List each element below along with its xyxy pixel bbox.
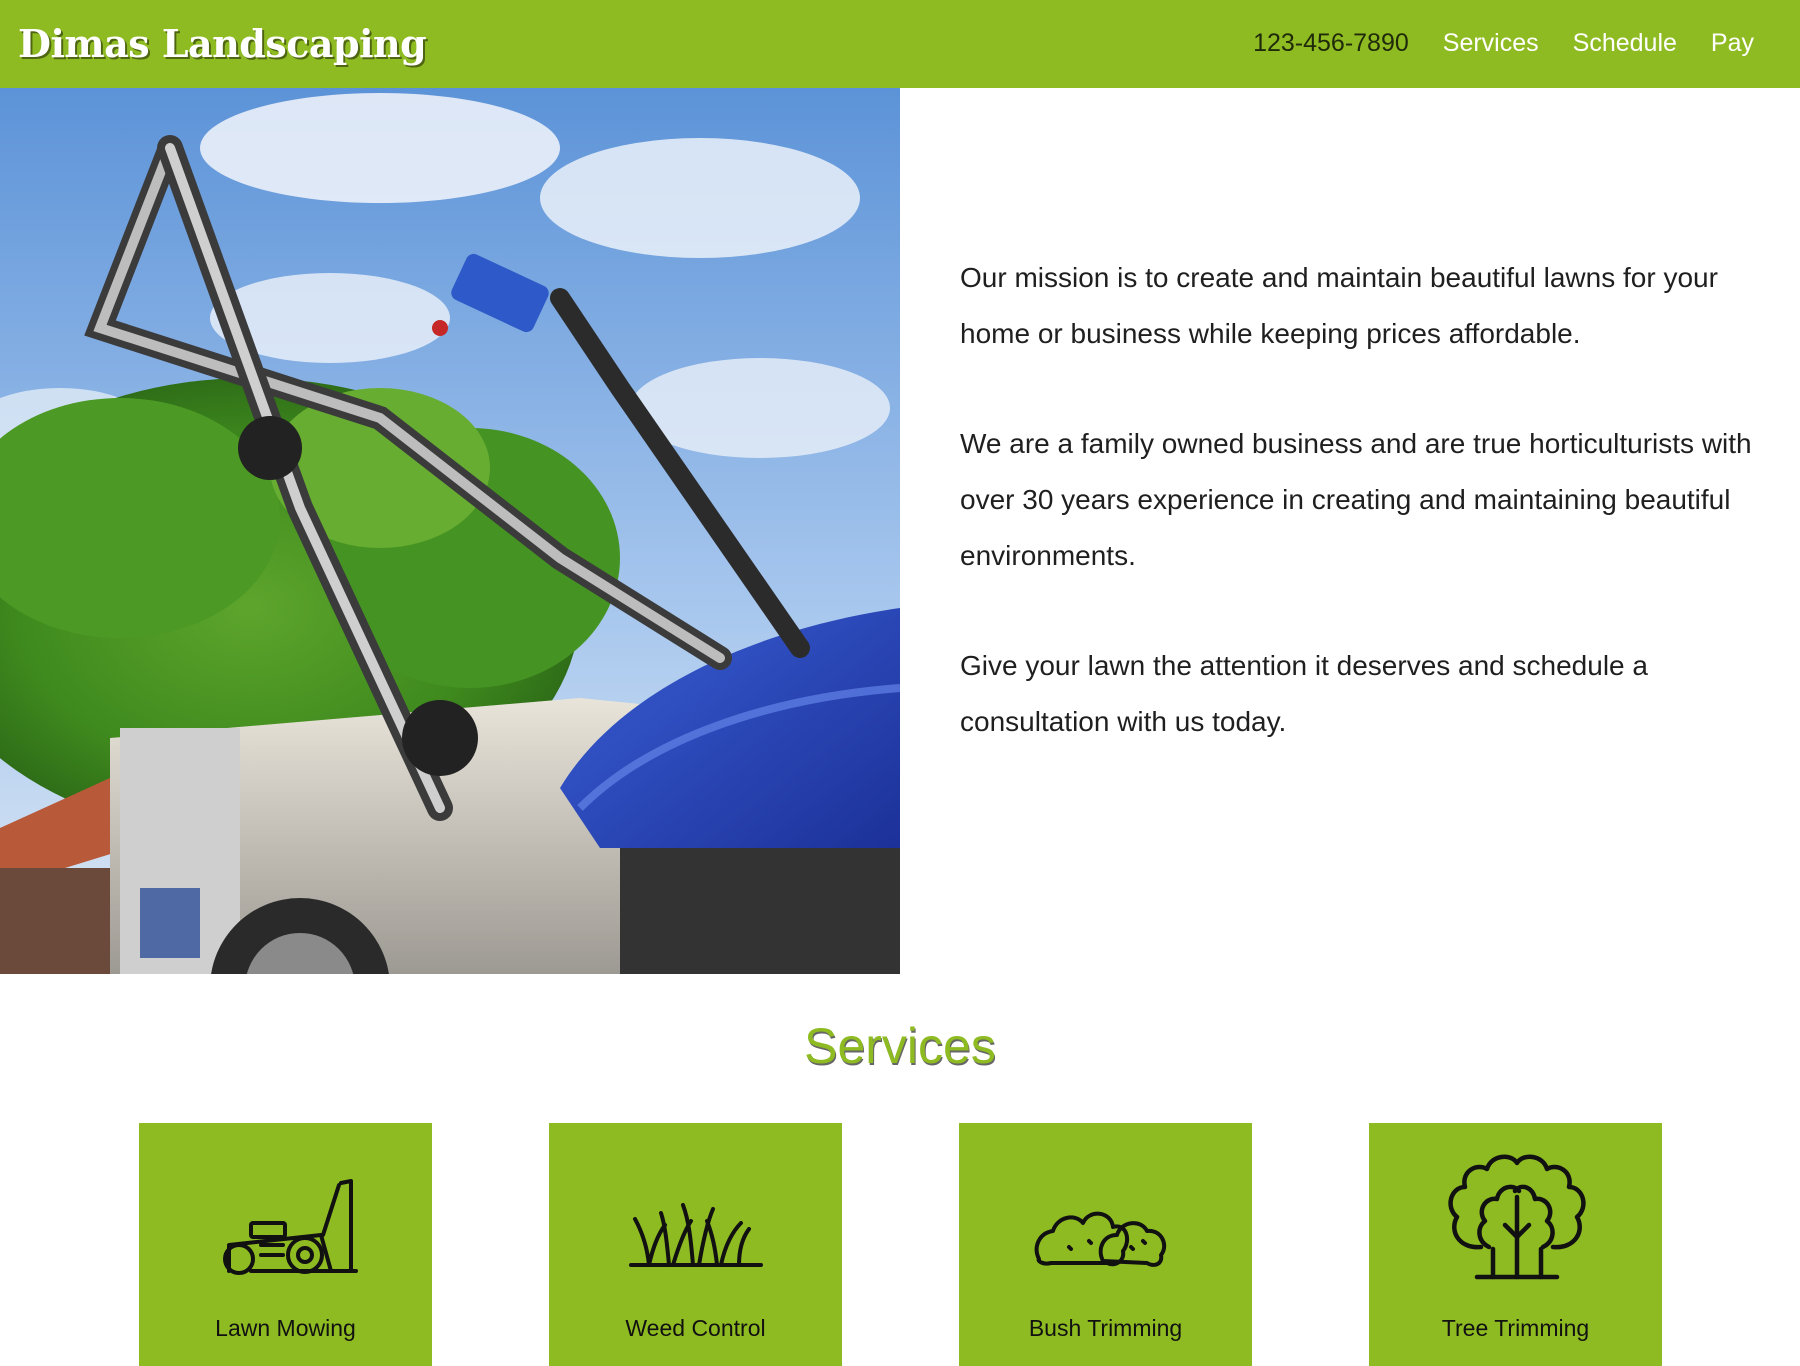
service-label: Bush Trimming — [1028, 1315, 1183, 1341]
main-nav: 123-456-7890 Services Schedule Pay — [1253, 26, 1754, 60]
service-card-bush-trimming[interactable]: Bush Trimming — [959, 1123, 1252, 1366]
bush-icon — [959, 1155, 1252, 1305]
nav-schedule-link[interactable]: Schedule — [1573, 26, 1677, 60]
trees-icon — [1369, 1137, 1662, 1287]
nav-phone-link[interactable]: 123-456-7890 — [1253, 26, 1409, 60]
service-label: Weed Control — [625, 1315, 766, 1341]
about-paragraph: We are a family owned business and are t… — [960, 428, 1752, 571]
site-header: Dimas Landscaping 123-456-7890 Services … — [0, 0, 1800, 88]
service-card-weed-control[interactable]: Weed Control — [549, 1123, 842, 1366]
service-card-tree-trimming[interactable]: Tree Trimming — [1369, 1123, 1662, 1366]
mission-paragraph: Our mission is to create and maintain be… — [960, 262, 1718, 349]
service-label: Lawn Mowing — [215, 1315, 356, 1341]
nav-services-link[interactable]: Services — [1443, 26, 1539, 60]
brand-logo[interactable]: Dimas Landscaping — [18, 17, 427, 71]
mission-section: Our mission is to create and maintain be… — [960, 250, 1760, 804]
lawn-mower-icon — [139, 1155, 432, 1305]
grass-icon — [549, 1155, 842, 1305]
service-label: Tree Trimming — [1441, 1315, 1590, 1341]
lawn-mower-photo — [0, 88, 900, 974]
services-heading: Services — [804, 1018, 996, 1074]
hero-image — [0, 88, 900, 974]
service-card-lawn-mowing[interactable]: Lawn Mowing — [139, 1123, 432, 1366]
cta-paragraph: Give your lawn the attention it deserves… — [960, 650, 1648, 737]
nav-pay-link[interactable]: Pay — [1711, 26, 1754, 60]
